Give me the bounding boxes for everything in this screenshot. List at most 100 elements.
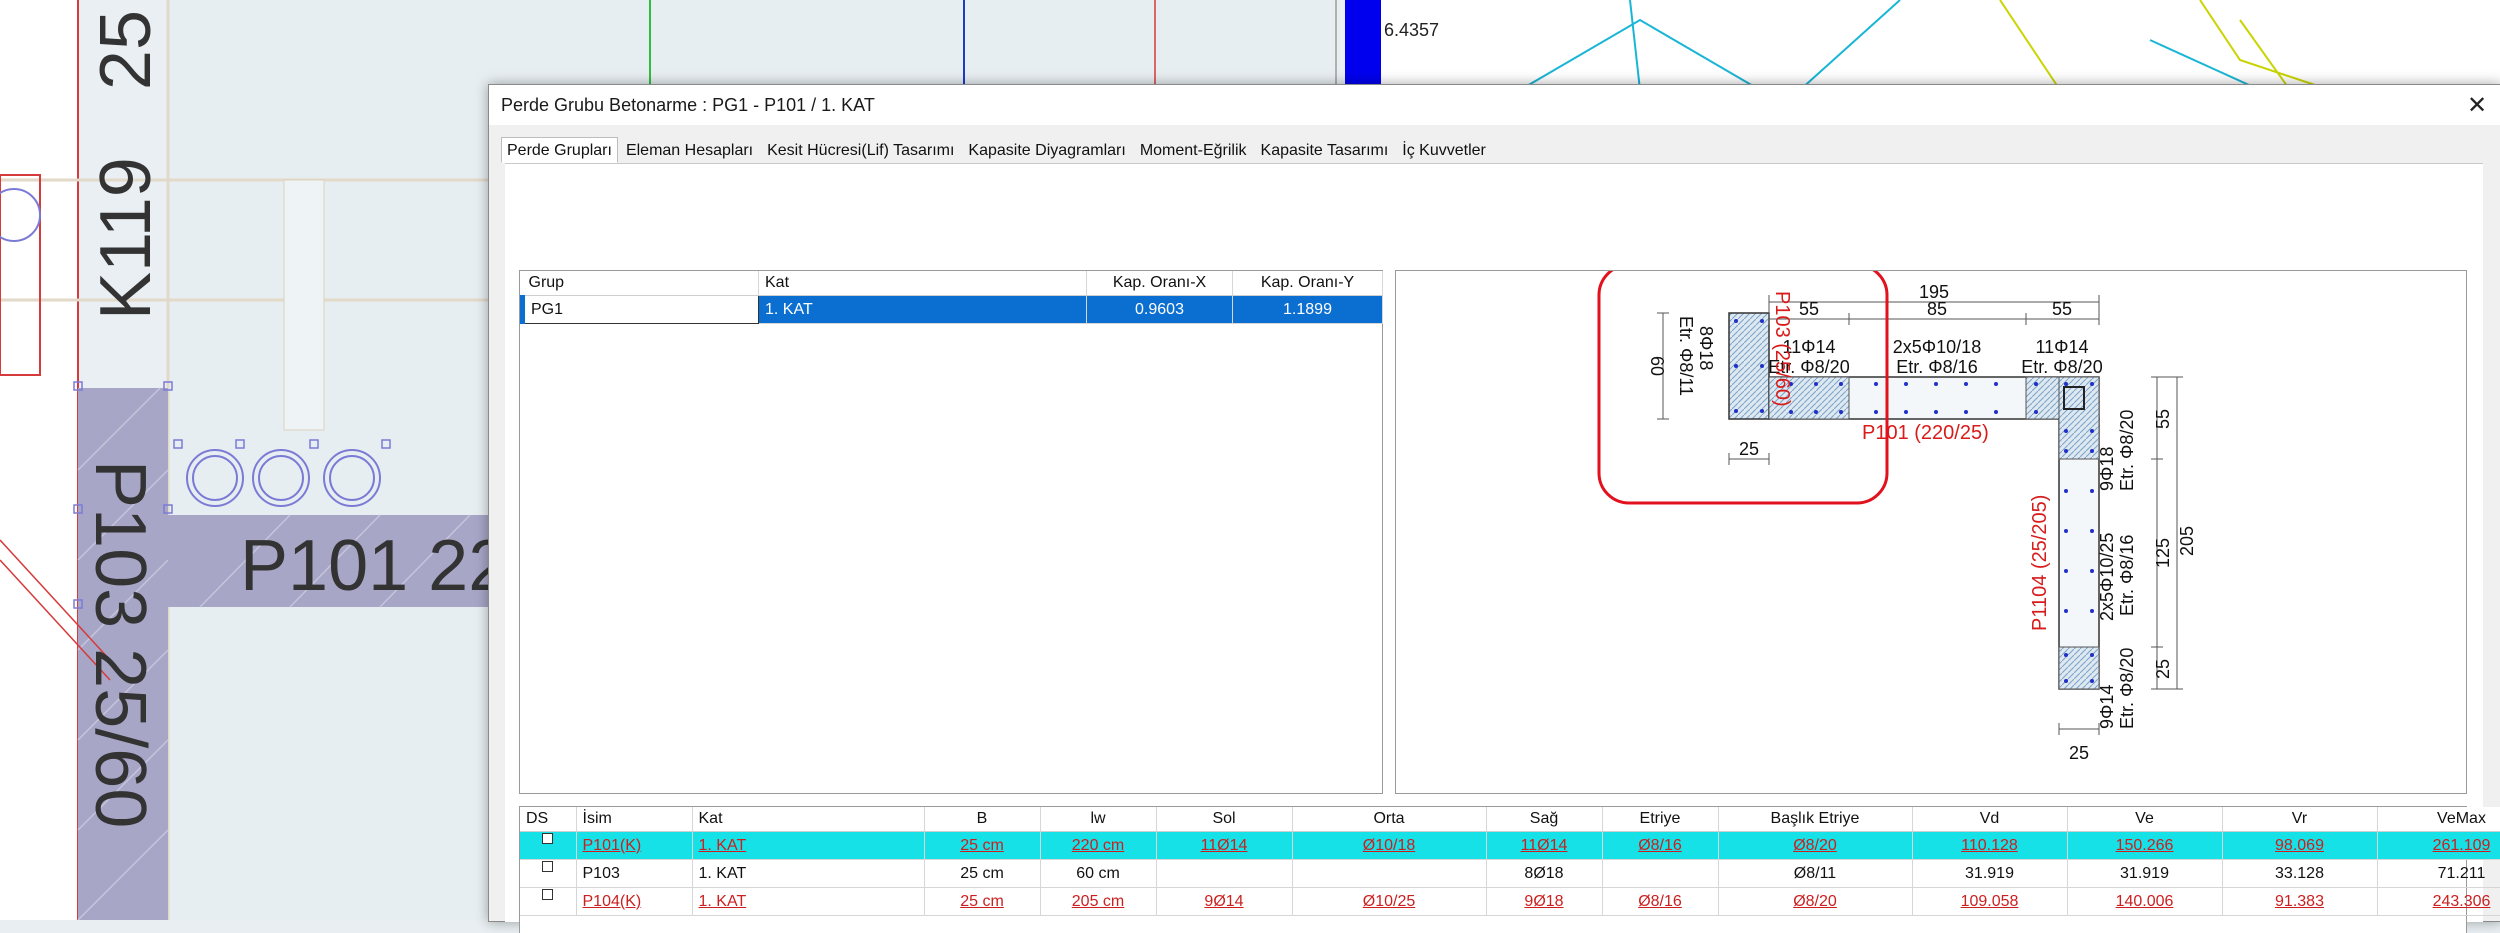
cell-vr[interactable]: 33.128: [2222, 859, 2378, 888]
col-kap-orani-y[interactable]: Kap. Oranı-Y: [1232, 271, 1383, 296]
col-ds[interactable]: DS: [520, 807, 577, 832]
dim-mid: 85: [1927, 299, 1947, 319]
cell-kap-orani-x[interactable]: 0.9603: [1086, 295, 1233, 324]
col-sol[interactable]: Sol: [1156, 807, 1293, 832]
close-button[interactable]: ✕: [2453, 85, 2500, 125]
cell-orta[interactable]: Ø10/25: [1292, 887, 1487, 916]
col-sag[interactable]: Sağ: [1486, 807, 1603, 832]
p104-top-rebar: 9Φ18: [2097, 447, 2117, 491]
p103-stirrup: Etr. Φ8/11: [1676, 316, 1696, 396]
col-kat[interactable]: Kat: [692, 807, 925, 832]
col-lw[interactable]: lw: [1040, 807, 1157, 832]
cell-lw[interactable]: 205 cm: [1040, 887, 1157, 916]
tab-moment-egrilik[interactable]: Moment-Eğrilik: [1134, 137, 1253, 163]
col-vemax[interactable]: VeMax: [2377, 807, 2500, 832]
cell-isim[interactable]: P103: [576, 859, 693, 888]
p104-top-stirrup: Etr. Φ8/20: [2117, 410, 2137, 491]
table-row[interactable]: P104(K) 1. KAT 25 cm 205 cm 9Ø14 Ø10/25 …: [520, 887, 2500, 916]
tab-eleman-hesaplari[interactable]: Eleman Hesapları: [620, 137, 759, 163]
cell-vd[interactable]: 109.058: [1912, 887, 2068, 916]
cell-vd[interactable]: 110.128: [1912, 831, 2068, 860]
section-drawing: 195 55 85 55 11Φ14 Etr. Φ8/20 2x5Φ10/18 …: [1597, 263, 2197, 763]
cell-vr[interactable]: 98.069: [2222, 831, 2378, 860]
cell-kat[interactable]: 1. KAT: [758, 295, 1087, 324]
cell-etriye[interactable]: Ø8/16: [1602, 831, 1719, 860]
cell-b[interactable]: 25 cm: [924, 831, 1041, 860]
col-isim[interactable]: İsim: [576, 807, 693, 832]
p104-mid-stirrup: Etr. Φ8/16: [2117, 535, 2137, 616]
cell-b[interactable]: 25 cm: [924, 887, 1041, 916]
tab-kesit-hucresi[interactable]: Kesit Hücresi(Lif) Tasarımı: [761, 137, 960, 163]
ds-checkbox[interactable]: [520, 859, 577, 888]
dim-v-mid: 125: [2153, 538, 2173, 568]
tab-kapasite-tasarimi[interactable]: Kapasite Tasarımı: [1255, 137, 1395, 163]
col-grup[interactable]: Grup: [522, 271, 759, 296]
cell-sag[interactable]: 9Ø18: [1486, 887, 1603, 916]
col-baslik-etriye[interactable]: Başlık Etriye: [1718, 807, 1913, 832]
cell-orta[interactable]: Ø10/18: [1292, 831, 1487, 860]
cell-vemax[interactable]: 261.109: [2377, 831, 2500, 860]
cell-vemax[interactable]: 243.306: [2377, 887, 2500, 916]
cell-etriye[interactable]: [1602, 859, 1719, 888]
cell-isim[interactable]: P104(K): [576, 887, 693, 916]
cell-baslik-etriye[interactable]: Ø8/20: [1718, 831, 1913, 860]
cell-kap-orani-y[interactable]: 1.1899: [1232, 295, 1383, 324]
cell-b[interactable]: 25 cm: [924, 859, 1041, 888]
cell-baslik-etriye[interactable]: Ø8/11: [1718, 859, 1913, 888]
cell-baslik-etriye[interactable]: Ø8/20: [1718, 887, 1913, 916]
dim-left: 55: [1799, 299, 1819, 319]
dim-v-top: 55: [2153, 409, 2173, 429]
col-kap-orani-x[interactable]: Kap. Oranı-X: [1086, 271, 1233, 296]
cell-vd[interactable]: 31.919: [1912, 859, 2068, 888]
cell-kat[interactable]: 1. KAT: [692, 887, 925, 916]
right-stirrup: Etr. Φ8/20: [2021, 357, 2102, 377]
cell-isim[interactable]: P101(K): [576, 831, 693, 860]
cell-sol[interactable]: 9Ø14: [1156, 887, 1293, 916]
cell-ve[interactable]: 140.006: [2067, 887, 2223, 916]
k25-label: 25: [86, 10, 166, 90]
dim-v-total: 205: [2177, 526, 2197, 556]
table-row[interactable]: P103 1. KAT 25 cm 60 cm 8Ø18 Ø8/11 31.91…: [520, 859, 2500, 888]
tab-kapasite-diyagramlari[interactable]: Kapasite Diyagramları: [962, 137, 1131, 163]
col-ve[interactable]: Ve: [2067, 807, 2223, 832]
cell-kat[interactable]: 1. KAT: [692, 831, 925, 860]
checkbox-icon[interactable]: [542, 832, 554, 844]
cell-vr[interactable]: 91.383: [2222, 887, 2378, 916]
cell-sol[interactable]: [1156, 859, 1293, 888]
ds-checkbox[interactable]: [520, 831, 577, 860]
tab-ic-kuvvetler[interactable]: İç Kuvvetler: [1396, 137, 1492, 163]
p104-label: P1104 (25/205): [2029, 495, 2051, 631]
mid-rebar: 2x5Φ10/18: [1893, 337, 1981, 357]
col-etriye[interactable]: Etriye: [1602, 807, 1719, 832]
table-row[interactable]: P101(K) 1. KAT 25 cm 220 cm 11Ø14 Ø10/18…: [520, 831, 2500, 860]
cell-sag[interactable]: 11Ø14: [1486, 831, 1603, 860]
col-b[interactable]: B: [924, 807, 1041, 832]
cell-vemax[interactable]: 71.211: [2377, 859, 2500, 888]
tab-perde-gruplari[interactable]: Perde Grupları: [501, 137, 618, 163]
checkbox-icon[interactable]: [542, 860, 554, 872]
cell-kat[interactable]: 1. KAT: [692, 859, 925, 888]
k119-label: K119: [86, 157, 166, 320]
p103-label: P103 (25/60): [1771, 291, 1793, 407]
cell-sol[interactable]: 11Ø14: [1156, 831, 1293, 860]
table-row[interactable]: PG1 1. KAT 0.9603 1.1899: [520, 295, 1383, 324]
col-orta[interactable]: Orta: [1292, 807, 1487, 832]
p103-bg-label: P103 25/60: [80, 460, 160, 828]
tab-bar: Perde Grupları Eleman Hesapları Kesit Hü…: [501, 137, 1494, 163]
checkbox-icon[interactable]: [542, 888, 554, 900]
dialog-title: Perde Grubu Betonarme : PG1 - P101 / 1. …: [501, 95, 875, 115]
cell-ve[interactable]: 150.266: [2067, 831, 2223, 860]
col-vr[interactable]: Vr: [2222, 807, 2378, 832]
cell-sag[interactable]: 8Ø18: [1486, 859, 1603, 888]
title-bar: Perde Grubu Betonarme : PG1 - P101 / 1. …: [489, 85, 2500, 125]
cell-ve[interactable]: 31.919: [2067, 859, 2223, 888]
ds-checkbox[interactable]: [520, 887, 577, 916]
cell-lw[interactable]: 60 cm: [1040, 859, 1157, 888]
cell-grup[interactable]: PG1: [520, 295, 759, 324]
col-kat[interactable]: Kat: [758, 271, 1087, 296]
elements-header: DS İsim Kat B lw Sol Orta Sağ Etriye Baş…: [520, 807, 2500, 832]
cell-lw[interactable]: 220 cm: [1040, 831, 1157, 860]
cell-orta[interactable]: [1292, 859, 1487, 888]
cell-etriye[interactable]: Ø8/16: [1602, 887, 1719, 916]
col-vd[interactable]: Vd: [1912, 807, 2068, 832]
